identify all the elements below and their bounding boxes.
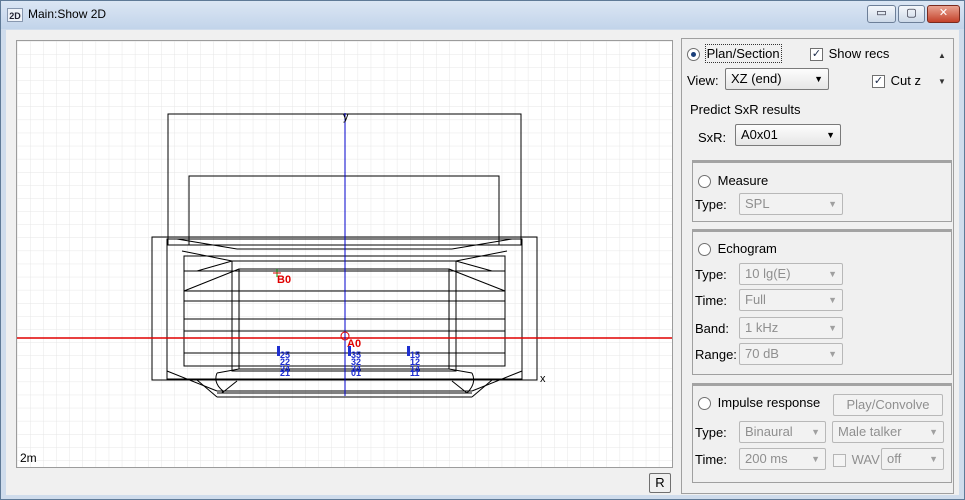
chevron-down-icon: ▼ bbox=[828, 349, 837, 359]
show-recs-label: Show recs bbox=[828, 46, 890, 61]
chevron-down-icon: ▼ bbox=[929, 427, 938, 437]
scroll-down-arrow[interactable]: ▼ bbox=[938, 77, 946, 86]
echogram-band-select[interactable]: 1 kHz ▼ bbox=[739, 317, 843, 339]
wav-checkbox[interactable]: WAV bbox=[833, 452, 880, 468]
client-area: x y A0 B0 25 22 24 21 35 32 34 01 15 12 … bbox=[6, 30, 959, 495]
cut-z-label: Cut z bbox=[890, 73, 921, 88]
receiver-label: 01 bbox=[351, 368, 361, 378]
wav-check[interactable] bbox=[833, 454, 846, 468]
impulse-time-select[interactable]: 200 ms ▼ bbox=[739, 448, 826, 470]
echogram-range-value: 70 dB bbox=[745, 346, 779, 361]
window-title: Main:Show 2D bbox=[28, 7, 107, 21]
measure-label: Measure bbox=[717, 173, 769, 188]
view-select[interactable]: XZ (end) ▼ bbox=[725, 68, 829, 90]
view-select-value: XZ (end) bbox=[731, 71, 782, 86]
chevron-down-icon: ▼ bbox=[811, 454, 820, 464]
impulse-time-label: Time: bbox=[695, 452, 728, 467]
reset-view-button[interactable]: R bbox=[649, 473, 671, 493]
close-button[interactable]: ✕ bbox=[927, 5, 960, 23]
show-recs-checkbox[interactable]: ✓ Show recs bbox=[810, 46, 890, 62]
scroll-up-arrow[interactable]: ▲ bbox=[938, 51, 946, 60]
wav-select[interactable]: off ▼ bbox=[881, 448, 944, 470]
chevron-down-icon: ▼ bbox=[828, 323, 837, 333]
chevron-down-icon: ▼ bbox=[828, 199, 837, 209]
y-axis-label: y bbox=[343, 111, 349, 123]
cut-z-check[interactable]: ✓ bbox=[872, 75, 885, 89]
echogram-label: Echogram bbox=[717, 241, 777, 256]
measure-type-label: Type: bbox=[695, 197, 727, 212]
predict-title: Predict SxR results bbox=[690, 102, 801, 117]
measure-type-select[interactable]: SPL ▼ bbox=[739, 193, 843, 215]
talker-value: Male talker bbox=[838, 424, 902, 439]
echogram-band-value: 1 kHz bbox=[745, 320, 779, 335]
plan-viewport[interactable]: x y A0 B0 25 22 24 21 35 32 34 01 15 12 … bbox=[16, 40, 673, 468]
control-panel: Plan/Section ✓ Show recs ▲ ▼ View: XZ (e… bbox=[681, 38, 954, 494]
minimize-button[interactable]: ▭ bbox=[867, 5, 896, 23]
source-b0-label: B0 bbox=[277, 274, 291, 286]
echogram-radio[interactable]: Echogram bbox=[698, 241, 777, 257]
measure-radio-dot[interactable] bbox=[698, 175, 711, 189]
echogram-band-label: Band: bbox=[695, 321, 729, 336]
impulse-time-value: 200 ms bbox=[745, 451, 788, 466]
chevron-down-icon: ▼ bbox=[814, 74, 823, 84]
sxr-select[interactable]: A0x01 ▼ bbox=[735, 124, 841, 146]
receiver-label: 11 bbox=[410, 368, 420, 378]
play-convolve-button[interactable]: Play/Convolve bbox=[833, 394, 943, 416]
impulse-type-label: Type: bbox=[695, 425, 727, 440]
wav-label: WAV bbox=[851, 452, 880, 467]
echogram-radio-dot[interactable] bbox=[698, 243, 711, 257]
impulse-radio[interactable]: Impulse response bbox=[698, 395, 821, 411]
chevron-down-icon: ▼ bbox=[828, 295, 837, 305]
impulse-radio-dot[interactable] bbox=[698, 397, 711, 411]
maximize-button[interactable]: ▢ bbox=[898, 5, 925, 23]
x-axis-label: x bbox=[540, 373, 546, 385]
cut-z-checkbox[interactable]: ✓ Cut z bbox=[872, 73, 921, 89]
plan-drawing[interactable]: x y A0 B0 25 22 24 21 35 32 34 01 15 12 … bbox=[17, 41, 672, 467]
impulse-type-value: Binaural bbox=[745, 424, 793, 439]
plan-section-radio[interactable]: Plan/Section bbox=[687, 44, 782, 63]
echogram-range-select[interactable]: 70 dB ▼ bbox=[739, 343, 843, 365]
scale-label: 2m bbox=[20, 451, 37, 465]
sxr-select-value: A0x01 bbox=[741, 127, 778, 142]
plan-section-label: Plan/Section bbox=[704, 44, 782, 63]
talker-select[interactable]: Male talker ▼ bbox=[832, 421, 944, 443]
chevron-down-icon: ▼ bbox=[811, 427, 820, 437]
impulse-label: Impulse response bbox=[717, 395, 821, 410]
sxr-label: SxR: bbox=[698, 130, 727, 145]
chevron-down-icon: ▼ bbox=[828, 269, 837, 279]
echogram-type-select[interactable]: 10 lg(E) ▼ bbox=[739, 263, 843, 285]
echogram-time-value: Full bbox=[745, 292, 766, 307]
measure-type-value: SPL bbox=[745, 196, 770, 211]
measure-radio[interactable]: Measure bbox=[698, 173, 769, 189]
show-recs-check[interactable]: ✓ bbox=[810, 48, 823, 62]
echogram-time-label: Time: bbox=[695, 293, 728, 308]
chevron-down-icon: ▼ bbox=[826, 130, 835, 140]
impulse-type-select[interactable]: Binaural ▼ bbox=[739, 421, 826, 443]
wav-value: off bbox=[887, 451, 902, 466]
echogram-type-value: 10 lg(E) bbox=[745, 266, 791, 281]
show-2d-window: 2D Main:Show 2D ▭ ▢ ✕ x y A0 B0 25 22 24… bbox=[0, 0, 965, 500]
plan-section-radio-dot[interactable] bbox=[687, 48, 700, 62]
echogram-range-label: Range: bbox=[695, 347, 737, 362]
view-label: View: bbox=[687, 73, 719, 88]
echogram-type-label: Type: bbox=[695, 267, 727, 282]
echogram-time-select[interactable]: Full ▼ bbox=[739, 289, 843, 311]
title-bar[interactable]: 2D Main:Show 2D ▭ ▢ ✕ bbox=[1, 1, 964, 29]
chevron-down-icon: ▼ bbox=[929, 454, 938, 464]
app-icon: 2D bbox=[7, 8, 23, 22]
receiver-label: 21 bbox=[280, 368, 290, 378]
